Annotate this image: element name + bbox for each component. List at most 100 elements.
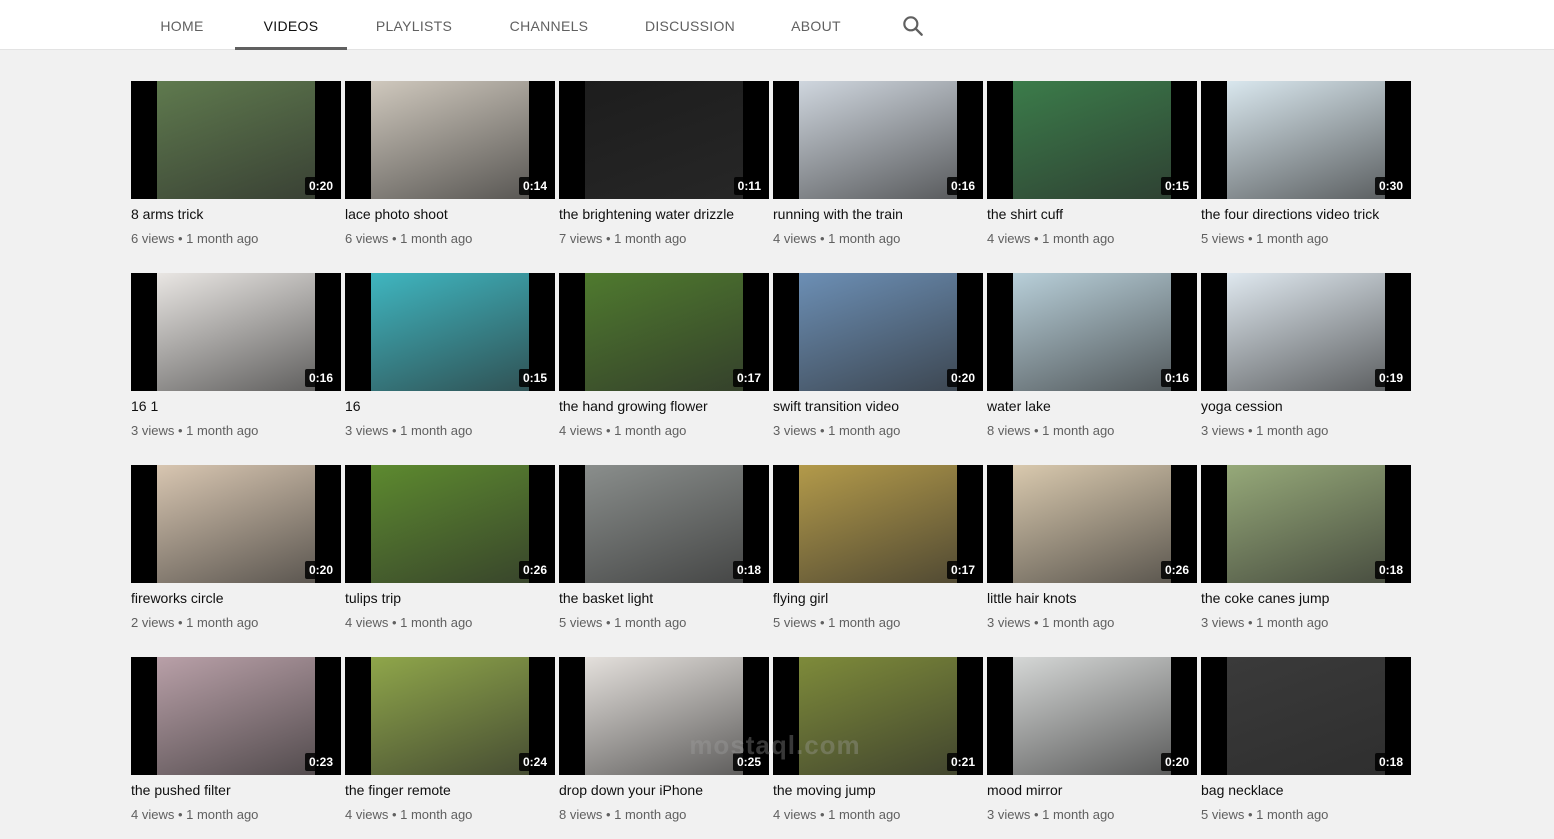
search-button[interactable] — [900, 13, 926, 39]
thumbnail-image — [157, 465, 315, 583]
video-thumbnail[interactable]: 0:19 — [1201, 273, 1411, 391]
video-meta: 5 views • 1 month ago — [559, 615, 687, 630]
video-title[interactable]: the basket light — [559, 589, 769, 607]
video-meta: 3 views • 1 month ago — [773, 423, 901, 438]
video-thumbnail[interactable]: 0:26 — [345, 465, 555, 583]
video-title[interactable]: water lake — [987, 397, 1197, 415]
video-title[interactable]: 16 — [345, 397, 555, 415]
video-title[interactable]: the four directions video trick — [1201, 205, 1411, 223]
thumbnail-image — [1227, 657, 1385, 775]
thumbnail-image — [585, 657, 743, 775]
video-thumbnail[interactable]: 0:17 — [559, 273, 769, 391]
thumbnail-image — [799, 465, 957, 583]
video-meta: 3 views • 1 month ago — [1201, 615, 1329, 630]
thumbnail-image — [157, 273, 315, 391]
video-title[interactable]: little hair knots — [987, 589, 1197, 607]
video-thumbnail[interactable]: 0:21 — [773, 657, 983, 775]
video-meta: 8 views • 1 month ago — [559, 807, 687, 822]
duration-badge: 0:21 — [946, 753, 979, 771]
thumbnail-image — [371, 657, 529, 775]
tab-playlists[interactable]: PLAYLISTS — [360, 0, 468, 50]
video-title[interactable]: the hand growing flower — [559, 397, 769, 415]
video-thumbnail[interactable]: 0:23 — [131, 657, 341, 775]
video-title[interactable]: drop down your iPhone — [559, 781, 769, 799]
video-meta: 6 views • 1 month ago — [131, 231, 259, 246]
tab-discussion[interactable]: DISCUSSION — [634, 0, 746, 50]
thumbnail-image — [1227, 465, 1385, 583]
video-thumbnail[interactable]: 0:20 — [131, 465, 341, 583]
video-thumbnail[interactable]: 0:18 — [559, 465, 769, 583]
video-meta: 6 views • 1 month ago — [345, 231, 473, 246]
duration-badge: 0:18 — [1374, 753, 1407, 771]
video-thumbnail[interactable]: 0:15 — [987, 81, 1197, 199]
video-thumbnail[interactable]: 0:16 — [131, 273, 341, 391]
duration-badge: 0:19 — [1374, 369, 1407, 387]
video-title[interactable]: swift transition video — [773, 397, 983, 415]
thumbnail-image — [1013, 81, 1171, 199]
video-title[interactable]: fireworks circle — [131, 589, 341, 607]
video-title[interactable]: 8 arms trick — [131, 205, 341, 223]
video-meta: 4 views • 1 month ago — [987, 231, 1115, 246]
thumbnail-image — [371, 273, 529, 391]
tab-home[interactable]: HOME — [134, 0, 230, 50]
video-title[interactable]: the finger remote — [345, 781, 555, 799]
video-thumbnail[interactable]: 0:14 — [345, 81, 555, 199]
thumbnail-image — [157, 657, 315, 775]
duration-badge: 0:20 — [946, 369, 979, 387]
video-title[interactable]: 16 1 — [131, 397, 341, 415]
thumbnail-image — [157, 81, 315, 199]
video-thumbnail[interactable]: 0:16 — [987, 273, 1197, 391]
thumbnail-image — [1013, 657, 1171, 775]
video-title[interactable]: lace photo shoot — [345, 205, 555, 223]
video-thumbnail[interactable]: 0:24 — [345, 657, 555, 775]
tab-videos[interactable]: VIDEOS — [235, 0, 347, 50]
duration-badge: 0:24 — [518, 753, 551, 771]
thumbnail-image — [371, 81, 529, 199]
video-meta: 4 views • 1 month ago — [345, 615, 473, 630]
video-meta: 3 views • 1 month ago — [131, 423, 259, 438]
video-meta: 4 views • 1 month ago — [773, 231, 901, 246]
video-title[interactable]: the coke canes jump — [1201, 589, 1411, 607]
video-thumbnail[interactable]: 0:20 — [773, 273, 983, 391]
video-thumbnail[interactable]: 0:18 — [1201, 657, 1411, 775]
video-thumbnail[interactable]: 0:17 — [773, 465, 983, 583]
video-title[interactable]: the brightening water drizzle — [559, 205, 769, 223]
video-title[interactable]: the moving jump — [773, 781, 983, 799]
duration-badge: 0:26 — [1160, 561, 1193, 579]
thumbnail-image — [1227, 81, 1385, 199]
video-thumbnail[interactable]: 0:11 — [559, 81, 769, 199]
tab-about[interactable]: ABOUT — [778, 0, 854, 50]
duration-badge: 0:23 — [304, 753, 337, 771]
video-meta: 5 views • 1 month ago — [1201, 231, 1329, 246]
video-title[interactable]: tulips trip — [345, 589, 555, 607]
video-title[interactable]: mood mirror — [987, 781, 1197, 799]
duration-badge: 0:16 — [304, 369, 337, 387]
video-title[interactable]: bag necklace — [1201, 781, 1411, 799]
video-title[interactable]: the pushed filter — [131, 781, 341, 799]
video-thumbnail[interactable]: 0:18 — [1201, 465, 1411, 583]
video-thumbnail[interactable]: 0:30 — [1201, 81, 1411, 199]
video-thumbnail[interactable]: 0:26 — [987, 465, 1197, 583]
video-title[interactable]: running with the train — [773, 205, 983, 223]
duration-badge: 0:25 — [732, 753, 765, 771]
video-title[interactable]: yoga cession — [1201, 397, 1411, 415]
duration-badge: 0:18 — [732, 561, 765, 579]
duration-badge: 0:20 — [1160, 753, 1193, 771]
video-title[interactable]: the shirt cuff — [987, 205, 1197, 223]
duration-badge: 0:20 — [304, 177, 337, 195]
video-meta: 3 views • 1 month ago — [987, 807, 1115, 822]
video-thumbnail[interactable]: 0:25 — [559, 657, 769, 775]
duration-badge: 0:15 — [1160, 177, 1193, 195]
video-title[interactable]: flying girl — [773, 589, 983, 607]
tab-channels[interactable]: CHANNELS — [496, 0, 602, 50]
video-thumbnail[interactable]: 0:20 — [987, 657, 1197, 775]
video-thumbnail[interactable]: 0:16 — [773, 81, 983, 199]
thumbnail-image — [585, 273, 743, 391]
duration-badge: 0:14 — [518, 177, 551, 195]
thumbnail-image — [1227, 273, 1385, 391]
video-thumbnail[interactable]: 0:20 — [131, 81, 341, 199]
video-meta: 3 views • 1 month ago — [1201, 423, 1329, 438]
video-meta: 2 views • 1 month ago — [131, 615, 259, 630]
video-meta: 4 views • 1 month ago — [131, 807, 259, 822]
video-thumbnail[interactable]: 0:15 — [345, 273, 555, 391]
